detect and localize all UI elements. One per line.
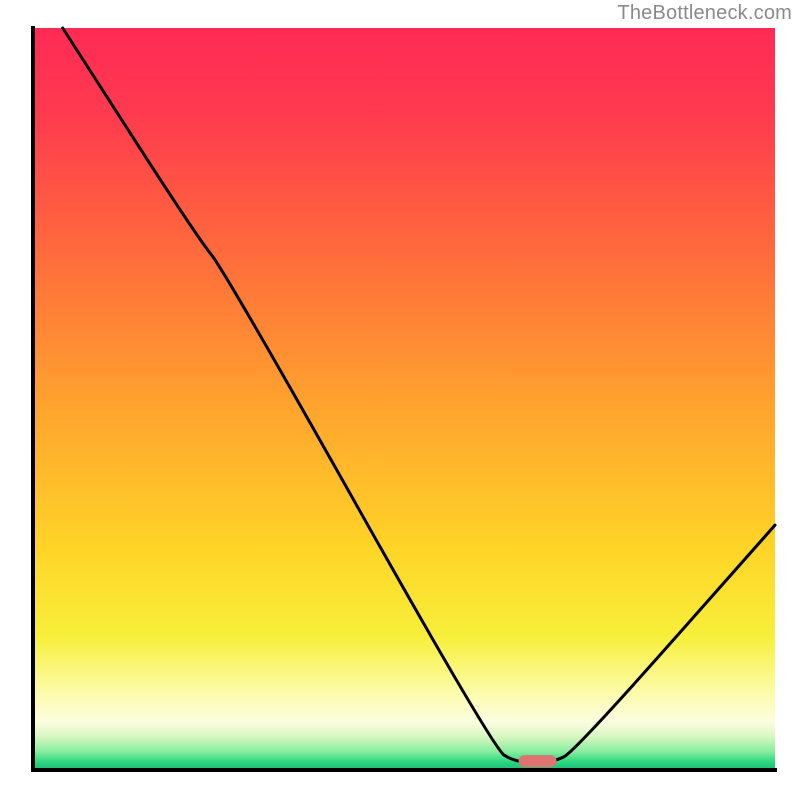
- plot-background: [33, 28, 775, 770]
- bottleneck-chart: [0, 0, 800, 800]
- chart-container: { "watermark": "TheBottleneck.com", "cha…: [0, 0, 800, 800]
- optimal-marker: [519, 755, 557, 767]
- watermark-text: TheBottleneck.com: [617, 2, 792, 25]
